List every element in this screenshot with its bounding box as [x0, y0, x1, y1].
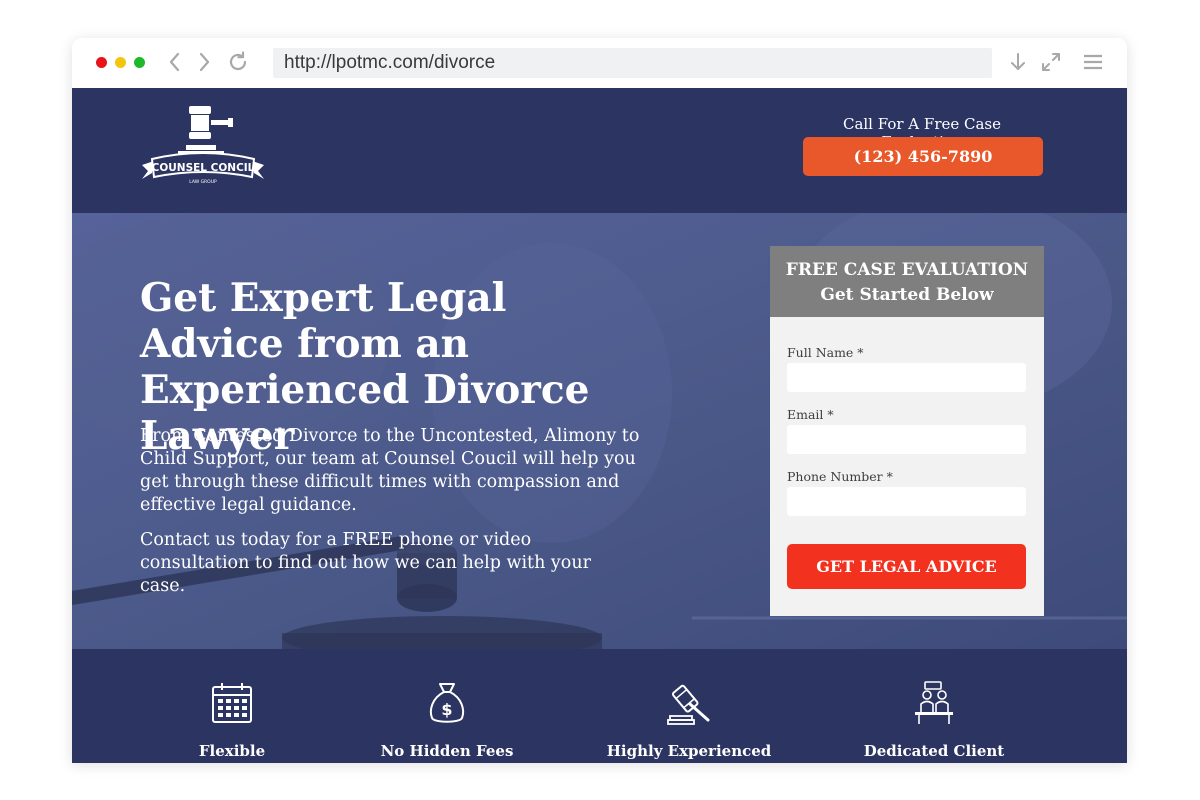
feature-label: Dedicated Client [863, 742, 1005, 760]
client-desk-icon [915, 681, 953, 724]
feature-dedicated-client: Dedicated Client [824, 649, 1044, 763]
form-heading-line-2: Get Started Below [820, 285, 994, 305]
feature-label: Flexible [198, 742, 266, 760]
browser-toolbar: http://lpotmc.com/divorce [72, 38, 1127, 88]
feature-flexible: Flexible [122, 649, 342, 763]
hero-paragraph-2: Contact us today for a FREE phone or vid… [140, 530, 591, 596]
back-arrow-icon[interactable] [163, 50, 187, 74]
features-bar: Flexible $ No Hidden Fees Highly Experie… [72, 649, 1127, 763]
expand-icon[interactable] [1039, 50, 1063, 74]
hero-section: Get Expert Legal Advice from an Experien… [72, 213, 1127, 649]
maximize-window-button[interactable] [134, 57, 145, 68]
browser-window: http://lpotmc.com/divorce COUNSEL CONCIL… [72, 38, 1127, 763]
web-page: COUNSEL CONCIL LAW GROUP Call For A Free… [72, 88, 1127, 763]
feature-no-hidden-fees: $ No Hidden Fees [337, 649, 557, 763]
get-legal-advice-button[interactable]: GET LEGAL ADVICE [787, 544, 1026, 589]
forward-arrow-icon[interactable] [192, 50, 216, 74]
close-window-button[interactable] [96, 57, 107, 68]
calendar-icon [212, 683, 252, 723]
reload-icon[interactable] [226, 50, 250, 74]
email-label: Email * [787, 407, 834, 422]
phone-button[interactable]: (123) 456-7890 [803, 137, 1043, 176]
gavel-icon [667, 684, 710, 725]
email-input[interactable] [787, 425, 1026, 454]
download-icon[interactable] [1006, 50, 1030, 74]
feature-label: Highly Experienced [606, 742, 772, 760]
site-header: COUNSEL CONCIL LAW GROUP Call For A Free… [72, 88, 1127, 213]
address-bar[interactable]: http://lpotmc.com/divorce [273, 48, 992, 78]
money-bag-icon: $ [429, 683, 465, 723]
hero-paragraph-1: From Contested Divorce to the Unconteste… [140, 426, 640, 515]
full-name-label: Full Name * [787, 345, 864, 360]
feature-highly-experienced: Highly Experienced [579, 649, 799, 763]
form-header: FREE CASE EVALUATION Get Started Below [770, 246, 1044, 317]
logo-subtext: LAW GROUP [189, 179, 217, 185]
svg-text:$: $ [441, 700, 452, 719]
gavel-logo[interactable]: COUNSEL CONCIL LAW GROUP [138, 103, 268, 198]
logo-text: COUNSEL CONCIL [152, 162, 255, 174]
case-evaluation-form: FREE CASE EVALUATION Get Started Below F… [770, 246, 1044, 616]
menu-icon[interactable] [1081, 50, 1105, 74]
form-heading-line-1: FREE CASE EVALUATION [785, 260, 1029, 280]
phone-number-input[interactable] [787, 487, 1026, 516]
minimize-window-button[interactable] [115, 57, 126, 68]
full-name-input[interactable] [787, 363, 1026, 392]
feature-label: No Hidden Fees [380, 742, 514, 760]
phone-number-label: Phone Number * [787, 469, 893, 484]
